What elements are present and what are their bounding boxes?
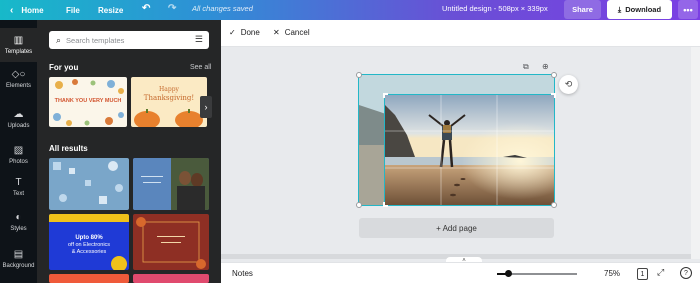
done-label: Done	[240, 28, 260, 37]
vertical-scrollbar[interactable]	[691, 47, 700, 259]
close-icon: ✕	[273, 28, 280, 37]
side-nav-rail: ▥ Templates ◇○ Elements ☁ Uploads ▨ Phot…	[0, 20, 37, 283]
beach-photo	[385, 95, 554, 205]
rail-item-label: Text	[12, 191, 24, 197]
templates-icon: ▥	[13, 35, 24, 46]
rail-item-label: Background	[2, 263, 35, 269]
download-icon: ⤓	[617, 4, 622, 14]
styles-icon: ◐	[15, 212, 22, 223]
cropped-photo[interactable]	[384, 94, 555, 206]
redo-icon[interactable]: ↷	[168, 3, 176, 14]
template-thumb-partial[interactable]	[133, 274, 209, 283]
add-page-icon[interactable]: ⊕	[542, 62, 549, 71]
cancel-label: Cancel	[284, 28, 310, 37]
resize-handle[interactable]	[356, 72, 362, 78]
download-label: Download	[625, 5, 662, 14]
zoom-slider-knob[interactable]	[505, 270, 512, 277]
share-button[interactable]: Share	[564, 0, 601, 19]
pumpkins-illustration	[134, 109, 203, 127]
search-box[interactable]: ⌕ ☰	[49, 31, 209, 49]
rail-item-background[interactable]: ▤ Background	[0, 242, 37, 276]
home-label: Home	[21, 5, 44, 15]
search-icon: ⌕	[56, 34, 62, 45]
rail-item-styles[interactable]: ◐ Styles	[0, 205, 37, 239]
duplicate-page-icon[interactable]: ⧉	[523, 62, 529, 72]
for-you-title: For you	[49, 63, 79, 72]
template-thumb-couple[interactable]	[133, 158, 209, 210]
share-label: Share	[572, 5, 593, 14]
home-button[interactable]: ‹ Home	[10, 3, 44, 17]
rail-item-elements[interactable]: ◇○ Elements	[0, 62, 37, 96]
search-input[interactable]	[66, 35, 187, 45]
background-icon: ▤	[13, 249, 24, 260]
top-bar: ‹ Home File Resize ↶ ↷ All changes saved…	[0, 0, 700, 20]
fullscreen-icon[interactable]: ⤢	[657, 267, 664, 278]
bottom-bar: Notes 75% 1 ⤢ ?	[221, 262, 700, 283]
document-title[interactable]: Untitled design - 508px × 339px	[442, 4, 548, 13]
sale-decoration	[111, 256, 127, 270]
cancel-button[interactable]: ✕ Cancel	[273, 28, 310, 37]
file-menu[interactable]: File	[66, 3, 80, 17]
resize-button[interactable]: Resize	[98, 3, 123, 17]
resize-handle[interactable]	[551, 72, 557, 78]
check-icon: ✓	[229, 28, 236, 37]
chevron-left-icon: ‹	[10, 4, 14, 16]
couple-photo	[133, 158, 209, 210]
help-button[interactable]: ?	[680, 267, 692, 279]
templates-panel: ⌕ ☰ For you See all THANK YOU VERY MUCH …	[37, 20, 255, 283]
notes-button[interactable]: Notes	[232, 269, 253, 278]
thumb-text: THANK YOU VERY MUCH	[54, 98, 122, 104]
crop-handle[interactable]	[383, 93, 388, 98]
file-label: File	[66, 5, 80, 15]
resize-handle[interactable]	[551, 202, 557, 208]
rail-item-label: Photos	[9, 159, 28, 165]
rail-item-uploads[interactable]: ☁ Uploads	[0, 102, 37, 136]
rotate-button[interactable]: ⟲	[559, 75, 578, 94]
rail-item-templates[interactable]: ▥ Templates	[0, 28, 37, 62]
template-thumb-sale[interactable]: Upto 80% off on Electronics & Accessorie…	[49, 214, 129, 270]
photos-icon: ▨	[13, 145, 24, 156]
download-button[interactable]: ⤓ Download	[607, 0, 672, 19]
shapes-decoration	[53, 161, 123, 204]
rail-item-label: Elements	[5, 83, 31, 89]
resize-label: Resize	[98, 5, 124, 15]
resize-handle[interactable]	[356, 202, 362, 208]
autumn-frame	[136, 217, 206, 269]
filter-icon[interactable]: ☰	[195, 34, 203, 45]
rail-item-label: Uploads	[7, 123, 30, 129]
crop-handle[interactable]	[551, 93, 556, 98]
template-thumb-blue-shapes[interactable]	[49, 158, 129, 210]
all-results-title: All results	[49, 144, 88, 153]
save-status: All changes saved	[192, 4, 253, 13]
template-thumb-thanks[interactable]: THANK YOU VERY MUCH	[49, 77, 127, 127]
template-thumb-partial[interactable]	[49, 274, 129, 283]
crop-toolbar: ✓ Done ✕ Cancel	[221, 20, 700, 47]
rail-item-text[interactable]: T Text	[0, 170, 37, 204]
template-thumb-autumn[interactable]	[133, 214, 209, 270]
add-page-button[interactable]: + Add page	[359, 218, 554, 238]
template-thumb-thanksgiving[interactable]: Happy Thanksgiving!	[131, 77, 207, 127]
undo-icon[interactable]: ↶	[142, 3, 150, 14]
elements-icon: ◇○	[11, 69, 26, 80]
see-all-link[interactable]: See all	[190, 64, 211, 71]
done-button[interactable]: ✓ Done	[229, 28, 260, 37]
zoom-level[interactable]: 75%	[604, 269, 620, 278]
rail-item-photos[interactable]: ▨ Photos	[0, 138, 37, 172]
rail-item-label: Templates	[4, 49, 33, 55]
carousel-next-button[interactable]: ›	[200, 96, 212, 118]
crop-handle[interactable]	[383, 202, 388, 207]
text-icon: T	[15, 177, 22, 188]
chevron-right-icon: ›	[204, 102, 208, 112]
more-options-button[interactable]: •••	[678, 0, 698, 19]
rotate-icon: ⟲	[564, 79, 573, 89]
rail-item-label: Styles	[10, 226, 27, 232]
uploads-icon: ☁	[13, 109, 24, 120]
page-count-button[interactable]: 1	[637, 268, 648, 280]
